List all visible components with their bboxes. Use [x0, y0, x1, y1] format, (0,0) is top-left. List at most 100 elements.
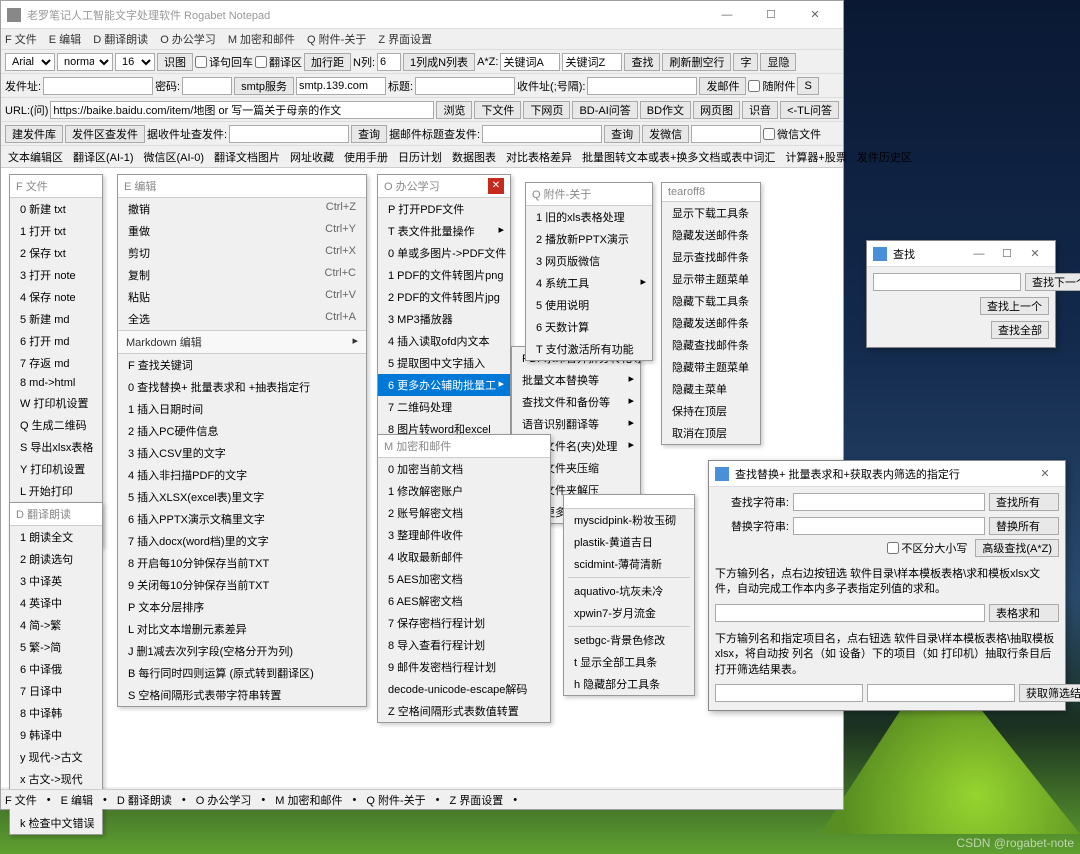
menu-item[interactable]: P 打开PDF文件	[378, 198, 510, 220]
find-button[interactable]: 查找	[624, 53, 660, 71]
size-select[interactable]: 16	[115, 53, 155, 71]
ncol-input[interactable]	[377, 53, 401, 71]
tab-diff[interactable]: 对比表格差异	[501, 146, 577, 168]
menu-item[interactable]: 8 导入查看行程计划	[378, 634, 550, 656]
refresh-button[interactable]: 刷新删空行	[662, 53, 731, 71]
query2-button[interactable]: 查询	[604, 125, 640, 143]
wechat-input[interactable]	[691, 125, 761, 143]
menu-item[interactable]: k 检查中文错误	[10, 812, 102, 834]
menu-item[interactable]: 4 收取最新邮件	[378, 546, 550, 568]
cb-sentence-return[interactable]: 译句回车	[195, 54, 253, 70]
menu-item[interactable]: 2 账号解密文档	[378, 502, 550, 524]
menu-encrypt[interactable]: M 加密和邮件	[228, 31, 295, 47]
font-select[interactable]: Arial	[5, 53, 55, 71]
get-filter-button[interactable]: 获取筛选结果表	[1019, 684, 1080, 702]
cb-attach[interactable]: 随附件	[748, 78, 795, 94]
menu-item[interactable]: Z 空格间隔形式表数值转置	[378, 700, 550, 722]
tab-translate[interactable]: 翻译区(AI-1)	[68, 146, 139, 168]
menu-item[interactable]: 7 日译中	[10, 680, 102, 702]
s-button[interactable]: S	[797, 77, 818, 95]
ocr-button[interactable]: 识图	[157, 53, 193, 71]
menu-item[interactable]: 1 打开 txt	[10, 220, 102, 242]
menu-item[interactable]: 8 md->html	[10, 374, 102, 392]
menu-item[interactable]: plastik-黄道吉日	[564, 531, 694, 553]
menu-item[interactable]: 1 朗读全文	[10, 526, 102, 548]
filter-item-input[interactable]	[867, 684, 1015, 702]
menu-item[interactable]: 5 提取图中文字插入	[378, 352, 510, 374]
menu-item[interactable]: 9 邮件发密档行程计划	[378, 656, 550, 678]
menu-item[interactable]: J 删1减去次列字段(空格分开为列)	[118, 640, 366, 662]
close-button[interactable]: ✕	[793, 2, 837, 28]
menu-item[interactable]: 取消在顶层	[662, 422, 760, 444]
menu-item[interactable]: t 显示全部工具条	[564, 651, 694, 673]
menu-item[interactable]: 显示带主题菜单	[662, 268, 760, 290]
menu-item[interactable]: 粘贴Ctrl+V	[118, 286, 366, 308]
menu-item[interactable]: 4 保存 note	[10, 286, 102, 308]
menu-translate[interactable]: D 翻译朗读	[93, 31, 148, 47]
menu-ui[interactable]: Z 界面设置	[378, 31, 432, 47]
menu-item[interactable]: 重做Ctrl+Y	[118, 220, 366, 242]
find-prev-button[interactable]: 查找上一个	[980, 297, 1049, 315]
replace-close-button[interactable]: ✕	[1031, 461, 1059, 487]
menu-item[interactable]: aquativo-坑灰未冷	[564, 580, 694, 602]
menu-item[interactable]: 6 AES解密文档	[378, 590, 550, 612]
menu-item[interactable]: 2 PDF的文件转图片jpg	[378, 286, 510, 308]
tl-qa-button[interactable]: <-TL问答	[780, 101, 839, 119]
menu-item[interactable]: 隐藏发送邮件条	[662, 312, 760, 334]
ai-qa-button[interactable]: BD-AI问答	[572, 101, 637, 119]
menu-item[interactable]: decode-unicode-escape解码	[378, 678, 550, 700]
menu-item[interactable]: 隐藏带主题菜单	[662, 356, 760, 378]
cb-translate-area[interactable]: 翻译区	[255, 54, 302, 70]
menu-item[interactable]: 0 单或多图片->PDF文件	[378, 242, 510, 264]
replace-str-input[interactable]	[793, 517, 985, 535]
menu-item[interactable]: 7 保存密档行程计划	[378, 612, 550, 634]
menu-item[interactable]: 6 打开 md	[10, 330, 102, 352]
tab-wechat[interactable]: 微信区(AI-0)	[139, 146, 210, 168]
menu-item[interactable]: 4 简->繁	[10, 614, 102, 636]
menu-item[interactable]: 1 PDF的文件转图片png	[378, 264, 510, 286]
find-min-button[interactable]: —	[965, 241, 993, 267]
menu-item[interactable]: 显示下载工具条	[662, 202, 760, 224]
tab-calendar[interactable]: 日历计划	[393, 146, 447, 168]
essay-button[interactable]: BD作文	[640, 101, 691, 119]
menu-item[interactable]: 3 MP3播放器	[378, 308, 510, 330]
menu-item[interactable]: 4 插入非扫描PDF的文字	[118, 464, 366, 486]
find-all2-button[interactable]: 查找所有	[989, 493, 1059, 511]
menu-item[interactable]: 6 天数计算	[526, 316, 652, 338]
sb-ui[interactable]: Z 界面设置	[449, 792, 503, 808]
sb-attach[interactable]: Q 附件-关于	[366, 792, 425, 808]
query-send-button[interactable]: 发件区查发件	[65, 125, 145, 143]
download-page-button[interactable]: 下网页	[523, 101, 570, 119]
query1-button[interactable]: 查询	[351, 125, 387, 143]
menu-item[interactable]: L 开始打印	[10, 480, 102, 502]
menu-item[interactable]: 4 英译中	[10, 592, 102, 614]
menu-item[interactable]: 3 中译英	[10, 570, 102, 592]
weight-select[interactable]: normal	[57, 53, 113, 71]
send-mail-button[interactable]: 发邮件	[699, 77, 746, 95]
showhide-button[interactable]: 显隐	[760, 53, 796, 71]
make-columns-button[interactable]: 1列成N列表	[403, 53, 475, 71]
menu-item[interactable]: 剪切Ctrl+X	[118, 242, 366, 264]
menu-item[interactable]: 9 韩译中	[10, 724, 102, 746]
build-sendlib-button[interactable]: 建发件库	[5, 125, 63, 143]
menu-item[interactable]: 3 整理邮件收件	[378, 524, 550, 546]
menu-item[interactable]: h 隐藏部分工具条	[564, 673, 694, 695]
url-input[interactable]	[50, 101, 434, 119]
asr-button[interactable]: 识音	[742, 101, 778, 119]
menu-item[interactable]: 1 旧的xls表格处理	[526, 206, 652, 228]
find-str-input[interactable]	[793, 493, 985, 511]
tab-history[interactable]: 发件历史区	[852, 146, 917, 168]
sender-input[interactable]	[43, 77, 153, 95]
menu-item[interactable]: 5 繁->简	[10, 636, 102, 658]
menu-item[interactable]: myscidpink-粉妆玉砌	[564, 509, 694, 531]
menu-item[interactable]: 5 使用说明	[526, 294, 652, 316]
menu-item[interactable]: 1 插入日期时间	[118, 398, 366, 420]
find-all-button[interactable]: 查找全部	[991, 321, 1049, 339]
menu-item[interactable]: 隐藏查找邮件条	[662, 334, 760, 356]
cb-wechat-file[interactable]: 微信文件	[763, 126, 821, 142]
menu-item[interactable]: L 对比文本增删元素差异	[118, 618, 366, 640]
filter-col-input[interactable]	[715, 684, 863, 702]
tab-manual[interactable]: 使用手册	[339, 146, 393, 168]
menu-item[interactable]: 2 播放新PPTX演示	[526, 228, 652, 250]
maximize-button[interactable]: ☐	[749, 2, 793, 28]
